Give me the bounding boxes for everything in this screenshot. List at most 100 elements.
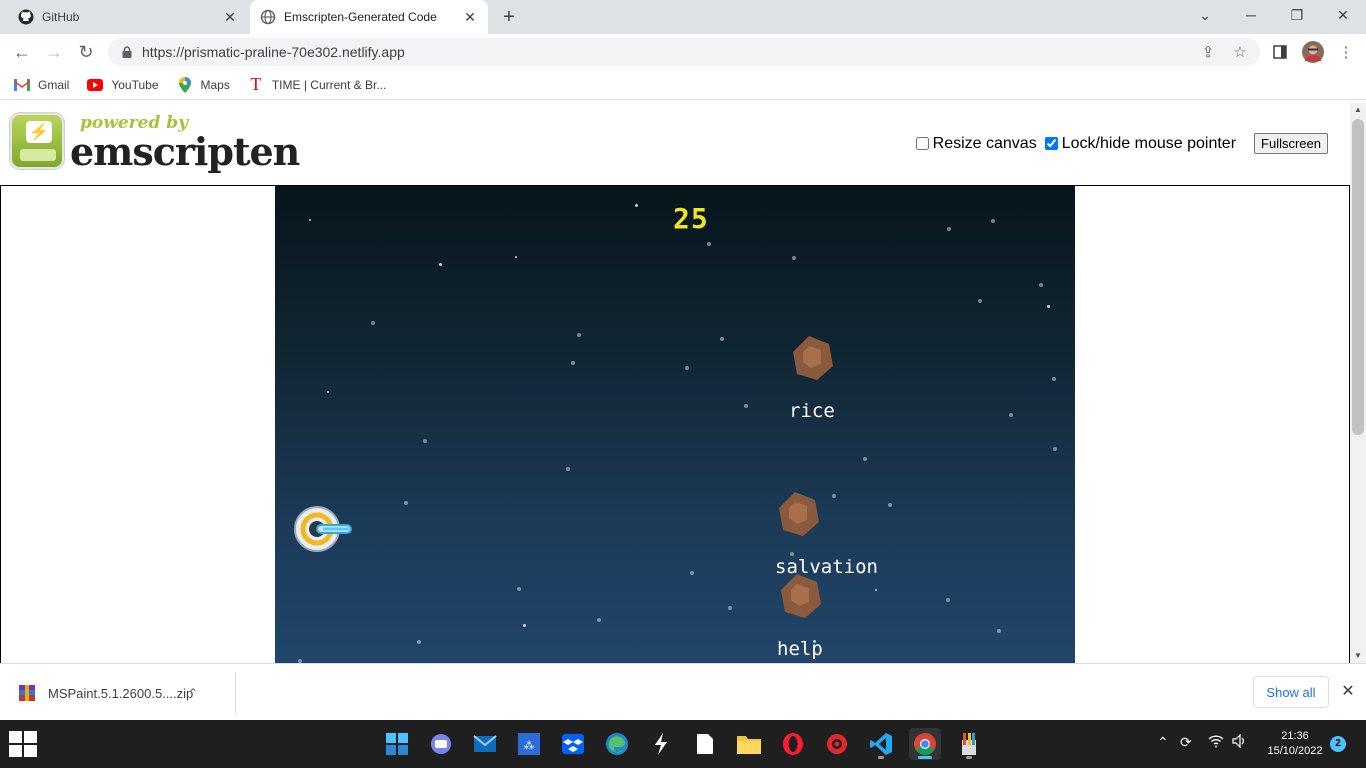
close-icon[interactable]: ✕ bbox=[222, 9, 238, 25]
tab-strip: GitHub ✕ Emscripten-Generated Code ✕ + ⌄… bbox=[0, 0, 1366, 34]
scroll-up-icon[interactable]: ▲ bbox=[1350, 103, 1366, 117]
start-menu-icon[interactable] bbox=[381, 728, 413, 760]
url-text: https://prismatic-praline-70e302.netlify… bbox=[142, 44, 405, 60]
player-ship bbox=[294, 506, 352, 552]
star bbox=[685, 366, 689, 370]
star bbox=[439, 263, 442, 266]
star bbox=[744, 404, 748, 408]
close-window-button[interactable]: ✕ bbox=[1320, 0, 1366, 30]
volume-icon[interactable] bbox=[1232, 733, 1248, 751]
windows-start-icon[interactable] bbox=[8, 730, 38, 758]
running-indicator bbox=[918, 756, 932, 759]
lock-pointer-checkbox[interactable] bbox=[1044, 137, 1058, 150]
sync-icon[interactable]: ⟳ bbox=[1180, 734, 1192, 751]
clock-time: 21:36 bbox=[1281, 730, 1309, 742]
star bbox=[635, 204, 638, 207]
bookmark-label: Maps bbox=[200, 77, 230, 92]
svg-text:⁂: ⁂ bbox=[524, 739, 535, 752]
running-indicator bbox=[966, 756, 972, 759]
star bbox=[577, 333, 581, 337]
download-file-name: MSPaint.5.1.2600.5....zip bbox=[48, 685, 194, 701]
paint-icon[interactable] bbox=[953, 728, 985, 760]
bolt-app-icon[interactable] bbox=[645, 728, 677, 760]
globe-icon bbox=[260, 9, 276, 25]
enemy-word: rice bbox=[789, 400, 835, 422]
bookmark-label: TIME | Current & Br... bbox=[271, 77, 387, 92]
resize-canvas-checkbox[interactable] bbox=[915, 137, 929, 150]
back-button[interactable]: ← bbox=[9, 39, 35, 65]
tab-emscripten[interactable]: Emscripten-Generated Code ✕ bbox=[250, 0, 488, 34]
star bbox=[728, 606, 732, 610]
bookmark-time[interactable]: T TIME | Current & Br... bbox=[248, 74, 387, 94]
settings-gear-icon[interactable] bbox=[821, 728, 853, 760]
avatar[interactable] bbox=[1302, 41, 1324, 63]
star bbox=[423, 439, 427, 443]
file-explorer-icon[interactable] bbox=[733, 728, 765, 760]
bookmark-label: Gmail bbox=[38, 77, 70, 92]
star bbox=[947, 227, 951, 231]
asteroid bbox=[793, 336, 833, 380]
bookmark-gmail[interactable]: Gmail bbox=[14, 77, 69, 93]
running-indicator bbox=[878, 756, 884, 759]
fullscreen-button[interactable]: Fullscreen bbox=[1254, 133, 1328, 154]
close-icon[interactable]: ✕ bbox=[462, 9, 478, 25]
chevron-down-icon[interactable]: ⌄ bbox=[1182, 0, 1228, 30]
edge-icon[interactable] bbox=[601, 728, 633, 760]
chevron-up-icon[interactable]: ⌃ bbox=[1157, 734, 1169, 751]
clock[interactable]: 21:36 15/10/2022 bbox=[1262, 729, 1328, 759]
resize-canvas-option[interactable]: Resize canvas bbox=[912, 135, 1037, 153]
github-icon bbox=[18, 9, 34, 25]
tab-github[interactable]: GitHub ✕ bbox=[8, 0, 248, 34]
download-bar: MSPaint.5.1.2600.5....zip ⌃ Show all ✕ bbox=[0, 663, 1366, 720]
emscripten-logo[interactable]: ⚡ powered by emscripten bbox=[8, 109, 300, 175]
winrar-icon bbox=[19, 685, 35, 701]
restore-button[interactable]: ❐ bbox=[1274, 0, 1320, 30]
chrome-icon[interactable] bbox=[909, 728, 941, 760]
lock-pointer-option[interactable]: Lock/hide mouse pointer bbox=[1041, 135, 1236, 153]
star bbox=[720, 337, 724, 341]
menu-icon[interactable]: ⋮ bbox=[1336, 42, 1356, 62]
side-panel-icon[interactable] bbox=[1270, 42, 1290, 62]
download-item[interactable]: MSPaint.5.1.2600.5....zip ⌃ bbox=[0, 672, 236, 714]
star bbox=[690, 571, 694, 575]
new-tab-button[interactable]: + bbox=[498, 6, 520, 28]
notification-badge[interactable]: 2 bbox=[1330, 736, 1346, 752]
time-icon: T bbox=[250, 74, 262, 94]
share-icon[interactable]: ⇪ bbox=[1198, 42, 1218, 62]
teams-chat-icon[interactable] bbox=[425, 728, 457, 760]
game-canvas[interactable]: 25 rice salvation help bbox=[275, 186, 1075, 663]
document-icon[interactable] bbox=[689, 728, 721, 760]
show-all-button[interactable]: Show all bbox=[1253, 676, 1329, 708]
vscode-icon[interactable] bbox=[865, 728, 897, 760]
gmail-icon bbox=[14, 77, 30, 93]
close-icon[interactable]: ✕ bbox=[1338, 682, 1358, 702]
star bbox=[404, 501, 408, 505]
scroll-down-icon[interactable]: ▼ bbox=[1350, 649, 1366, 663]
dropbox-icon[interactable] bbox=[557, 728, 589, 760]
chevron-up-icon[interactable]: ⌃ bbox=[188, 686, 198, 700]
mail-icon[interactable] bbox=[469, 728, 501, 760]
lock-icon[interactable] bbox=[120, 45, 134, 59]
calendar-tool-icon[interactable]: ⁂ bbox=[513, 728, 545, 760]
address-bar[interactable]: https://prismatic-praline-70e302.netlify… bbox=[108, 38, 1260, 66]
lock-pointer-label: Lock/hide mouse pointer bbox=[1061, 134, 1237, 152]
resize-canvas-label: Resize canvas bbox=[932, 134, 1037, 152]
star bbox=[515, 256, 517, 258]
star bbox=[371, 321, 375, 325]
star bbox=[517, 587, 521, 591]
page-scrollbar[interactable]: ▲ ▼ bbox=[1350, 103, 1366, 663]
star bbox=[997, 629, 1001, 633]
minimize-button[interactable]: ─ bbox=[1228, 0, 1274, 30]
star-icon[interactable]: ☆ bbox=[1230, 42, 1250, 62]
opera-icon[interactable] bbox=[777, 728, 809, 760]
star bbox=[523, 624, 526, 627]
wifi-icon[interactable] bbox=[1208, 734, 1224, 751]
reload-button[interactable]: ↻ bbox=[73, 39, 99, 65]
tab-title: GitHub bbox=[42, 10, 80, 24]
star bbox=[991, 219, 995, 223]
scrollbar-thumb[interactable] bbox=[1352, 119, 1364, 435]
bookmark-maps[interactable]: Maps bbox=[177, 76, 230, 93]
forward-button[interactable]: → bbox=[41, 39, 67, 65]
bookmark-youtube[interactable]: YouTube bbox=[87, 77, 159, 93]
logo-badge: ⚡ bbox=[10, 113, 64, 169]
